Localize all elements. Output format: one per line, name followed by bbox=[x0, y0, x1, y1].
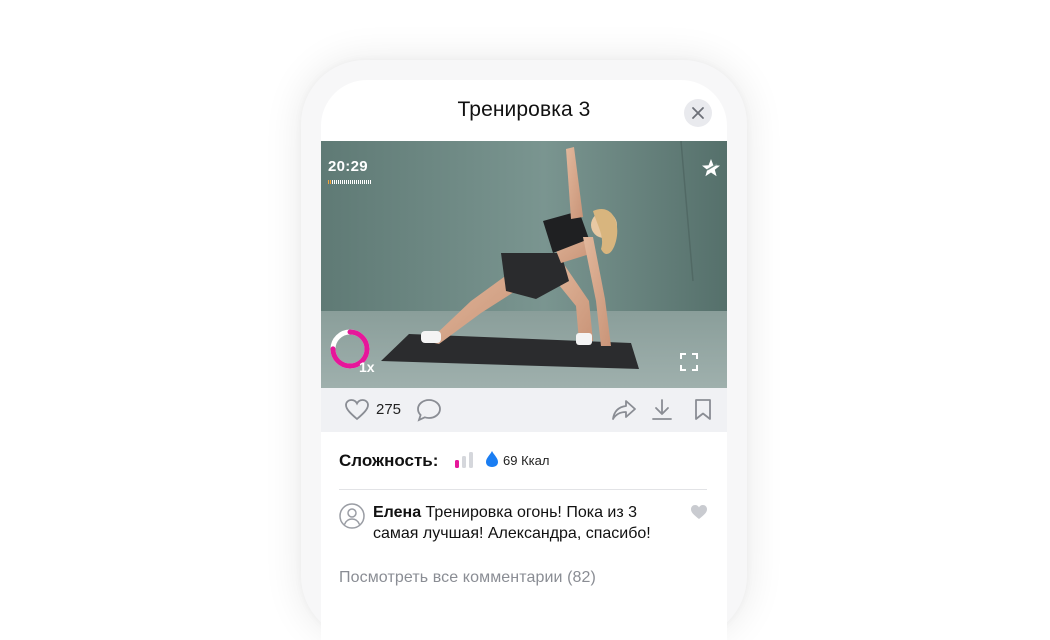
progress-tick bbox=[360, 180, 361, 184]
fullscreen-icon[interactable] bbox=[680, 353, 698, 371]
close-icon bbox=[692, 107, 704, 119]
difficulty-label: Сложность: bbox=[339, 451, 439, 470]
progress-tick bbox=[340, 180, 341, 184]
progress-tick bbox=[332, 180, 333, 184]
progress-tick bbox=[352, 180, 353, 184]
progress-tick bbox=[362, 180, 363, 184]
progress-tick bbox=[370, 180, 371, 184]
progress-tick bbox=[354, 180, 355, 184]
all-comments-link[interactable]: Посмотреть все комментарии (82) bbox=[339, 569, 596, 587]
workout-info: Сложность: 69 Ккал Елена Тренировка огон… bbox=[321, 432, 727, 640]
difficulty-bars bbox=[455, 452, 473, 468]
progress-tick bbox=[334, 180, 335, 184]
difficulty-bar bbox=[462, 456, 466, 468]
heart-icon[interactable] bbox=[344, 398, 370, 422]
progress-tick bbox=[366, 180, 367, 184]
progress-tick bbox=[346, 180, 347, 184]
video-frame bbox=[321, 141, 727, 388]
workout-timer: 20:29 bbox=[328, 158, 368, 175]
drop-icon bbox=[486, 451, 498, 467]
progress-tick bbox=[342, 180, 343, 184]
actions-bar: 275 bbox=[321, 388, 727, 432]
phone-frame: Тренировка 3 20:29 1x 275 Сложность: 69 … bbox=[301, 60, 747, 640]
progress-tick bbox=[336, 180, 337, 184]
divider bbox=[339, 489, 707, 490]
progress-tick bbox=[356, 180, 357, 184]
progress-tick bbox=[368, 180, 369, 184]
progress-tick bbox=[350, 180, 351, 184]
calories: 69 Ккал bbox=[503, 453, 550, 468]
share-icon[interactable] bbox=[611, 398, 637, 422]
speed-label: 1x bbox=[359, 359, 375, 375]
difficulty-bar bbox=[469, 452, 473, 468]
avatar-icon[interactable] bbox=[339, 503, 365, 529]
header: Тренировка 3 bbox=[321, 80, 727, 141]
progress-tick bbox=[338, 180, 339, 184]
comment-text: Елена Тренировка огонь! Пока из 3 самая … bbox=[373, 502, 678, 544]
heart-icon[interactable] bbox=[690, 504, 708, 520]
like-count: 275 bbox=[376, 401, 402, 418]
bookmark-icon[interactable] bbox=[694, 398, 712, 422]
progress-tick bbox=[328, 180, 329, 184]
progress-tick bbox=[364, 180, 365, 184]
page-title: Тренировка 3 bbox=[457, 98, 591, 121]
close-button[interactable] bbox=[684, 99, 712, 127]
star-icon bbox=[702, 159, 720, 177]
download-icon[interactable] bbox=[650, 398, 674, 422]
app-screen: Тренировка 3 20:29 1x 275 Сложность: 69 … bbox=[321, 80, 727, 640]
progress-tick bbox=[330, 180, 331, 184]
progress-tick bbox=[348, 180, 349, 184]
video-player[interactable]: 20:29 1x bbox=[321, 141, 727, 388]
difficulty-bar bbox=[455, 460, 459, 468]
video-progress[interactable] bbox=[328, 180, 372, 184]
comment-author[interactable]: Елена bbox=[373, 504, 421, 521]
progress-tick bbox=[344, 180, 345, 184]
comment-icon[interactable] bbox=[416, 398, 442, 422]
progress-tick bbox=[358, 180, 359, 184]
